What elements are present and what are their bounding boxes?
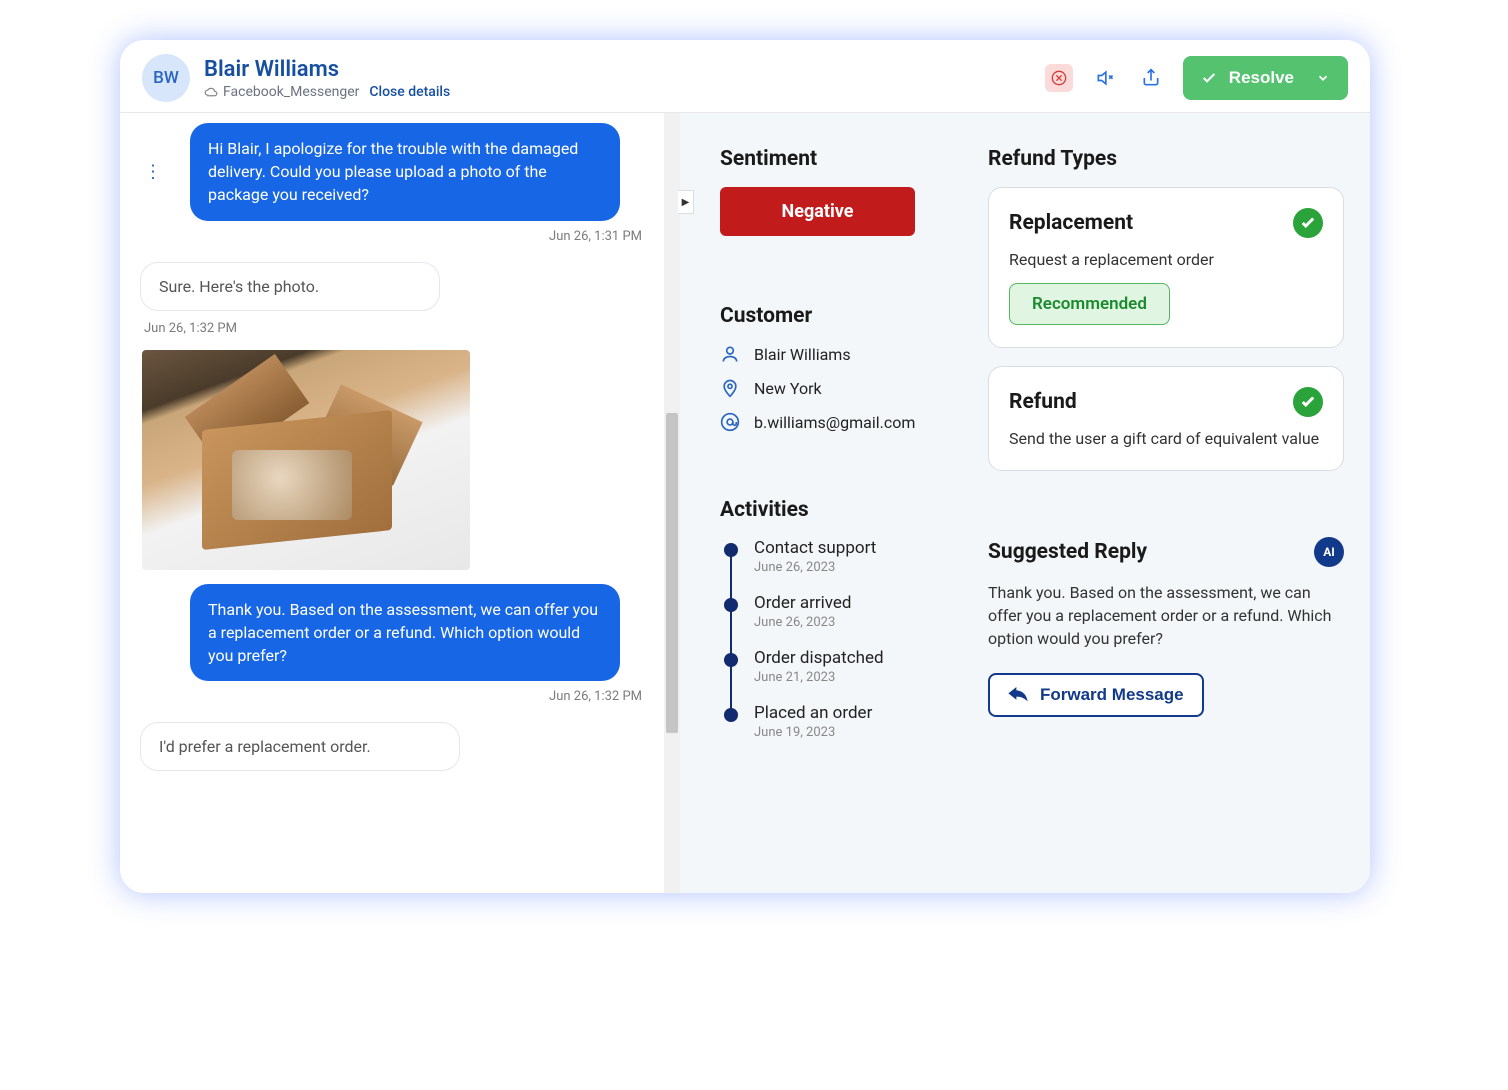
- activities-timeline: Contact support June 26, 2023 Order arri…: [720, 538, 960, 740]
- reply-icon: [1008, 687, 1028, 703]
- activity-title: Placed an order: [754, 703, 872, 723]
- agent-message: Thank you. Based on the assessment, we c…: [190, 584, 620, 682]
- ai-badge-icon: AI: [1314, 537, 1344, 567]
- activity-date: June 21, 2023: [754, 670, 884, 685]
- suggested-reply-panel: Suggested Reply AI Thank you. Based on t…: [984, 515, 1348, 739]
- check-icon: [1201, 70, 1217, 86]
- scrollbar-thumb[interactable]: [666, 413, 678, 733]
- activity-item: Contact support June 26, 2023: [724, 538, 960, 575]
- close-details-link[interactable]: Close details: [369, 84, 450, 100]
- recommended-badge: Recommended: [1009, 283, 1170, 325]
- activities-panel: Activities Contact support June 26, 2023: [702, 476, 962, 762]
- email-icon: [720, 412, 740, 432]
- resolve-button[interactable]: Resolve: [1183, 56, 1348, 100]
- cloud-icon: [204, 86, 219, 98]
- refund-option-replacement[interactable]: Replacement Request a replacement order …: [988, 187, 1344, 348]
- person-icon: [720, 344, 740, 364]
- suggested-title: Suggested Reply: [988, 540, 1147, 564]
- activity-title: Contact support: [754, 538, 876, 558]
- side-panel: Sentiment Negative Customer Blair Willia…: [680, 113, 1370, 893]
- close-conversation-button[interactable]: [1045, 64, 1073, 92]
- customer-name: Blair Williams: [754, 345, 851, 364]
- sentiment-title: Sentiment: [720, 147, 944, 171]
- message-timestamp: Jun 26, 1:31 PM: [130, 229, 642, 244]
- panel-expand-toggle[interactable]: ▶: [678, 190, 694, 214]
- activity-item: Order arrived June 26, 2023: [724, 593, 960, 630]
- side-left: Sentiment Negative Customer Blair Willia…: [702, 125, 962, 881]
- customer-location: New York: [754, 379, 822, 398]
- speaker-mute-icon: [1095, 68, 1115, 88]
- resolve-label: Resolve: [1229, 68, 1294, 88]
- refund-card-title: Replacement: [1009, 211, 1133, 235]
- activity-date: June 26, 2023: [754, 615, 852, 630]
- header-subline: Facebook_Messenger Close details: [204, 84, 1031, 100]
- customer-panel: Customer Blair Williams New York b.willi…: [702, 282, 962, 454]
- customer-title: Customer: [720, 304, 944, 328]
- channel-text: Facebook_Messenger: [223, 84, 359, 100]
- activity-date: June 26, 2023: [754, 560, 876, 575]
- sentiment-panel: Sentiment Negative: [702, 125, 962, 260]
- chat-column: ⋮ Hi Blair, I apologize for the trouble …: [120, 113, 680, 893]
- refund-title: Refund Types: [988, 147, 1344, 171]
- customer-message: I'd prefer a replacement order.: [140, 722, 460, 771]
- refund-panel: Refund Types Replacement Request a repla…: [984, 125, 1348, 493]
- chevron-down-icon: [1316, 71, 1330, 85]
- activity-date: June 19, 2023: [754, 725, 872, 740]
- close-circle-icon: [1051, 70, 1067, 86]
- activity-title: Order dispatched: [754, 648, 884, 668]
- refund-option-refund[interactable]: Refund Send the user a gift card of equi…: [988, 366, 1344, 471]
- customer-location-row: New York: [720, 378, 944, 398]
- mute-button[interactable]: [1091, 64, 1119, 92]
- scrollbar-track[interactable]: [664, 113, 680, 893]
- app-frame: BW Blair Williams Facebook_Messenger Clo…: [120, 40, 1370, 893]
- timeline-dot-icon: [724, 708, 738, 722]
- activities-title: Activities: [720, 498, 960, 522]
- header-actions: Resolve: [1045, 56, 1348, 100]
- message-timestamp: Jun 26, 1:32 PM: [144, 321, 660, 336]
- header-info: Blair Williams Facebook_Messenger Close …: [204, 57, 1031, 100]
- message-menu-icon[interactable]: ⋮: [144, 161, 162, 182]
- customer-message: Sure. Here's the photo.: [140, 262, 440, 311]
- customer-name-row: Blair Williams: [720, 344, 944, 364]
- customer-email-row: b.williams@gmail.com: [720, 412, 944, 432]
- location-icon: [720, 378, 740, 398]
- timeline-dot-icon: [724, 653, 738, 667]
- refund-card-desc: Send the user a gift card of equivalent …: [1009, 429, 1323, 448]
- sentiment-value: Negative: [720, 187, 915, 236]
- forward-label: Forward Message: [1040, 685, 1184, 705]
- activity-item: Placed an order June 19, 2023: [724, 703, 960, 740]
- timeline-dot-icon: [724, 543, 738, 557]
- message-row: Thank you. Based on the assessment, we c…: [130, 584, 660, 682]
- message-row: ⋮ Hi Blair, I apologize for the trouble …: [130, 123, 660, 221]
- activity-title: Order arrived: [754, 593, 852, 613]
- share-button[interactable]: [1137, 64, 1165, 92]
- header: BW Blair Williams Facebook_Messenger Clo…: [120, 40, 1370, 113]
- message-timestamp: Jun 26, 1:32 PM: [130, 689, 642, 704]
- share-icon: [1141, 68, 1161, 88]
- agent-message: Hi Blair, I apologize for the trouble wi…: [190, 123, 620, 221]
- forward-message-button[interactable]: Forward Message: [988, 673, 1204, 717]
- customer-email: b.williams@gmail.com: [754, 413, 915, 432]
- avatar: BW: [142, 54, 190, 102]
- refund-card-desc: Request a replacement order: [1009, 250, 1323, 269]
- side-right: Refund Types Replacement Request a repla…: [984, 125, 1348, 881]
- channel-label: Facebook_Messenger: [204, 84, 359, 100]
- suggested-text: Thank you. Based on the assessment, we c…: [988, 581, 1344, 651]
- check-circle-icon: [1293, 387, 1323, 417]
- activity-item: Order dispatched June 21, 2023: [724, 648, 960, 685]
- contact-name: Blair Williams: [204, 57, 1031, 82]
- body: ⋮ Hi Blair, I apologize for the trouble …: [120, 113, 1370, 893]
- check-circle-icon: [1293, 208, 1323, 238]
- timeline-dot-icon: [724, 598, 738, 612]
- refund-card-title: Refund: [1009, 390, 1077, 414]
- uploaded-photo[interactable]: [142, 350, 470, 570]
